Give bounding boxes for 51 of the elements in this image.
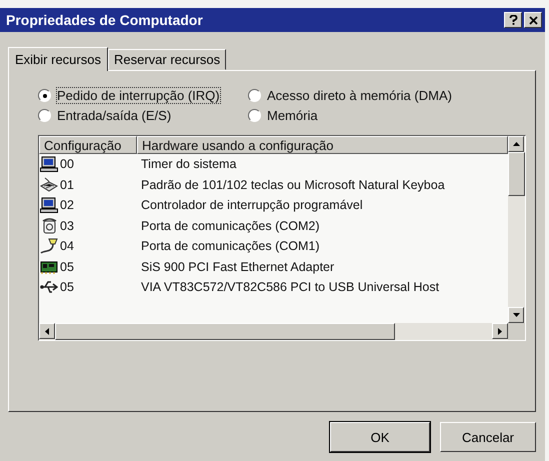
table-cell: Controlador de interrupção programável <box>141 198 363 212</box>
close-button[interactable] <box>524 12 542 28</box>
scroll-down-button[interactable] <box>508 307 524 323</box>
radio-button[interactable] <box>248 109 261 122</box>
radio-button[interactable] <box>38 109 51 122</box>
scrollbar-corner <box>508 323 525 340</box>
table-cell: 05 <box>60 260 74 274</box>
down-arrow-icon <box>512 313 520 317</box>
close-icon <box>528 16 538 24</box>
scroll-thumb[interactable] <box>508 152 525 196</box>
ok-button[interactable]: OK <box>330 422 430 452</box>
radio-option[interactable]: Pedido de interrupção (IRQ) <box>38 88 238 103</box>
horizontal-scrollbar[interactable] <box>39 323 508 340</box>
computer-icon <box>40 197 58 214</box>
table-cell: SiS 900 PCI Fast Ethernet Adapter <box>141 260 334 274</box>
up-arrow-icon <box>512 142 520 146</box>
scroll-thumb[interactable] <box>55 323 395 340</box>
vertical-scrollbar[interactable] <box>508 136 525 340</box>
column-header[interactable]: Hardware usando a configuração <box>137 136 508 154</box>
right-arrow-icon <box>498 328 502 334</box>
tab[interactable]: Reservar recursos <box>108 49 226 70</box>
table-cell: 03 <box>60 218 74 233</box>
usb-icon <box>40 279 58 296</box>
table-cell: Timer do sistema <box>141 157 236 172</box>
help-icon <box>508 15 518 25</box>
table-cell: VIA VT83C572/VT82C586 PCI to USB Universal Host <box>141 280 440 294</box>
left-arrow-icon <box>45 328 49 334</box>
table-cell: 01 <box>60 178 74 192</box>
scroll-right-button[interactable] <box>492 323 508 339</box>
radio-option[interactable]: Memória <box>248 108 525 123</box>
table-cell: 04 <box>60 239 74 254</box>
table-cell: 02 <box>60 198 74 212</box>
radio-option[interactable]: Entrada/saída (E/S) <box>38 108 238 123</box>
scroll-up-button[interactable] <box>508 136 524 152</box>
column-header[interactable]: Configuração <box>39 136 137 154</box>
radio-button[interactable] <box>248 89 261 102</box>
cable-plug-icon <box>40 238 58 254</box>
cancel-button[interactable]: Cancelar <box>440 422 536 452</box>
table-cell: 05 <box>60 280 74 294</box>
table-cell: Porta de comunicações (COM2) <box>141 218 320 233</box>
scroll-left-button[interactable] <box>39 323 55 339</box>
computer-icon <box>40 156 58 172</box>
table-cell: Porta de comunicações (COM1) <box>141 239 320 254</box>
radio-button[interactable] <box>38 89 51 102</box>
window-title: Propriedades de Computador <box>6 12 203 28</box>
tab[interactable]: Exibir recursos <box>8 47 108 71</box>
network-card-icon <box>40 258 58 275</box>
help-button[interactable] <box>504 12 522 28</box>
table-cell: 00 <box>60 157 74 172</box>
table-cell: Padrão de 101/102 teclas ou Microsoft Natural Keyboa <box>141 178 445 192</box>
radio-option[interactable]: Acesso direto à memória (DMA) <box>248 88 525 103</box>
